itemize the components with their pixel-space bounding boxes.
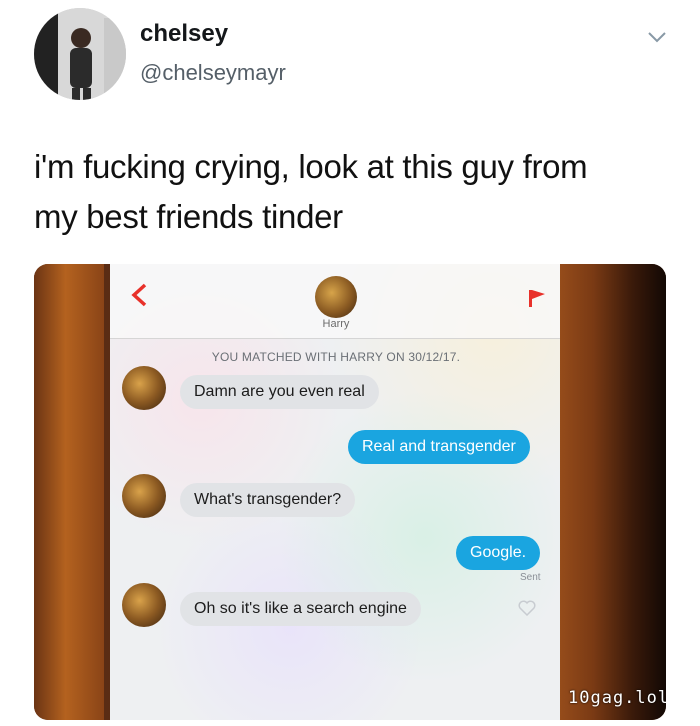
profile-photo bbox=[34, 8, 126, 100]
tweet-text-line-2: my best friends tinder bbox=[34, 198, 343, 235]
incoming-message: What's transgender? bbox=[180, 483, 356, 517]
watermark: 10gag.lol bbox=[568, 688, 666, 708]
back-chevron-icon bbox=[131, 283, 147, 307]
user-handle[interactable]: @chelseymayr bbox=[140, 60, 286, 86]
flag-icon bbox=[529, 290, 545, 307]
sender-avatar bbox=[122, 474, 166, 518]
outgoing-message: Real and transgender bbox=[348, 430, 530, 464]
sent-label: Sent bbox=[520, 572, 541, 583]
display-name[interactable]: chelsey bbox=[140, 20, 228, 48]
outgoing-message: Google. bbox=[456, 536, 541, 570]
incoming-message: Oh so it's like a search engine bbox=[180, 592, 421, 626]
avatar[interactable] bbox=[34, 8, 126, 100]
wood-background-left bbox=[34, 264, 104, 720]
wood-background-right bbox=[554, 264, 666, 720]
sender-avatar bbox=[122, 583, 166, 627]
phone-screen: Harry YOU MATCHED WITH HARRY ON 30/12/17… bbox=[110, 264, 560, 720]
tweet-text: i'm fucking crying, look at this guy fro… bbox=[34, 142, 674, 242]
match-note: YOU MATCHED WITH HARRY ON 30/12/17. bbox=[211, 350, 461, 364]
match-avatar bbox=[315, 276, 357, 318]
heart-icon bbox=[518, 600, 536, 616]
tweet-text-line-1: i'm fucking crying, look at this guy fro… bbox=[34, 148, 588, 185]
match-name: Harry bbox=[322, 318, 350, 330]
incoming-message: Damn are you even real bbox=[180, 375, 379, 409]
sender-avatar bbox=[122, 366, 166, 410]
tweet-photo[interactable]: Harry YOU MATCHED WITH HARRY ON 30/12/17… bbox=[34, 264, 666, 720]
chevron-down-icon[interactable] bbox=[646, 28, 668, 46]
